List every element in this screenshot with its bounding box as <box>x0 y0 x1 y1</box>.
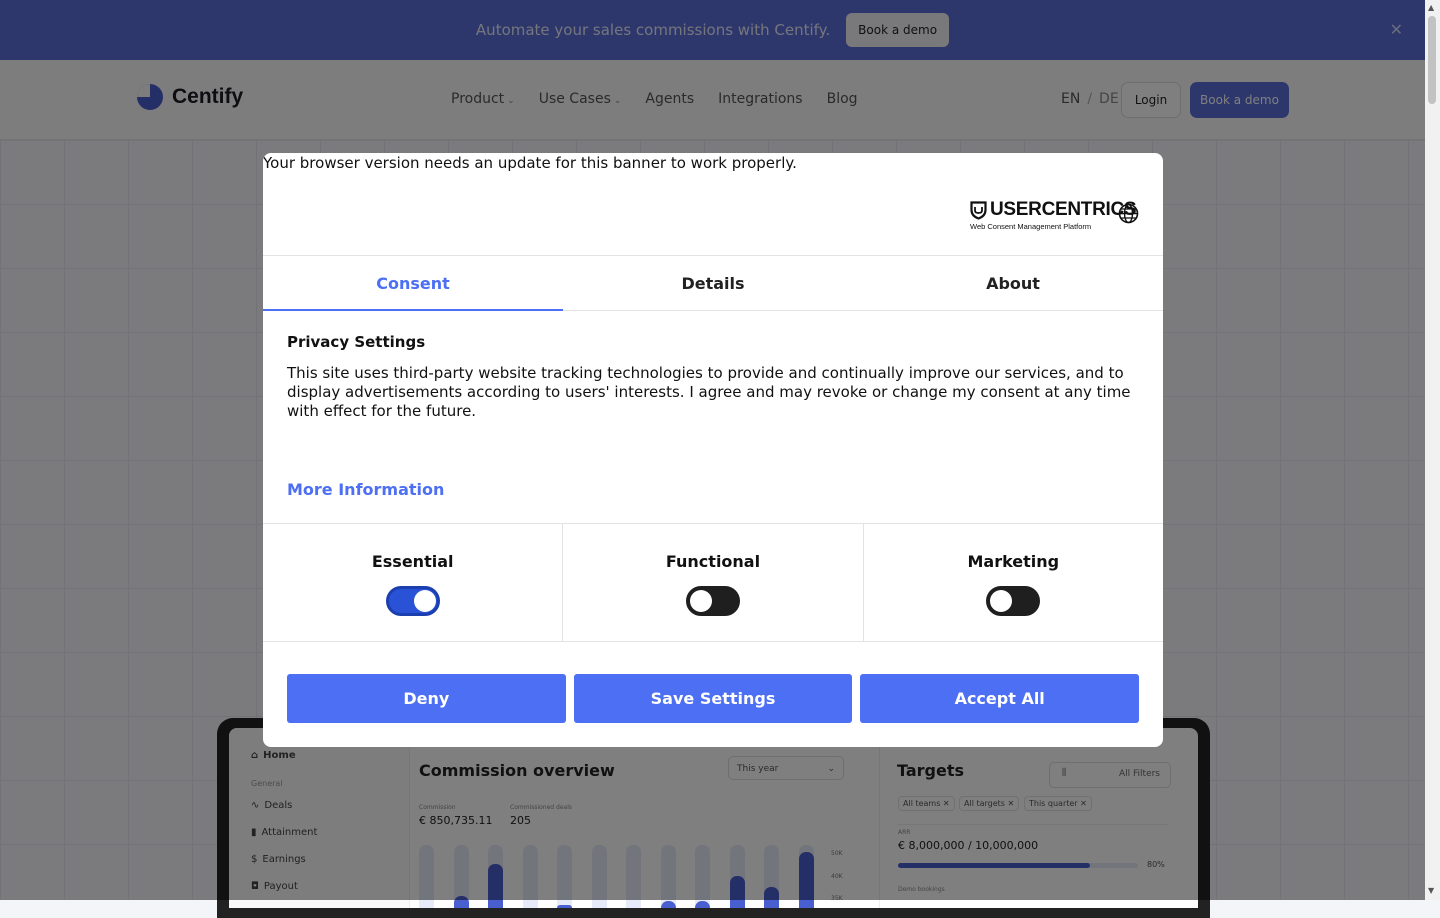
browser-warning: Your browser version needs an update for… <box>263 154 797 172</box>
privacy-settings-title: Privacy Settings <box>287 333 426 351</box>
toggle-knob <box>990 590 1013 612</box>
shield-icon <box>970 200 987 220</box>
scroll-down-arrow-icon[interactable]: ▼ <box>1428 886 1434 895</box>
toggle-knob <box>689 590 712 612</box>
consent-categories: Essential Functional Marketing <box>263 523 1163 642</box>
category-essential: Essential <box>263 524 564 641</box>
deny-button[interactable]: Deny <box>287 674 566 723</box>
tab-details[interactable]: Details <box>563 256 863 310</box>
category-marketing: Marketing <box>864 524 1163 641</box>
category-label: Essential <box>371 552 454 571</box>
globe-icon[interactable] <box>1118 203 1139 228</box>
category-label: Functional <box>665 552 761 571</box>
consent-modal: Your browser version needs an update for… <box>263 153 1163 747</box>
scroll-up-arrow-icon[interactable]: ▲ <box>1428 3 1434 12</box>
functional-toggle[interactable] <box>685 586 740 616</box>
consent-actions: Deny Save Settings Accept All <box>287 674 1140 723</box>
category-functional: Functional <box>563 524 864 641</box>
scrollbar-thumb[interactable] <box>1428 16 1436 104</box>
category-label: Marketing <box>967 552 1060 571</box>
usercentrics-wordmark: USERCENTRICS <box>990 199 1137 220</box>
more-information-link[interactable]: More Information <box>287 480 444 499</box>
tab-about[interactable]: About <box>863 256 1163 310</box>
bar-fill <box>557 905 572 908</box>
privacy-settings-text: This site uses third-party website track… <box>287 364 1131 420</box>
bar-fill <box>695 901 710 908</box>
tab-consent[interactable]: Consent <box>263 256 563 311</box>
consent-tabs: Consent Details About <box>263 255 1163 311</box>
usercentrics-tagline: Web Consent Management Platform <box>970 222 1092 231</box>
page-scrollbar[interactable] <box>1425 0 1440 900</box>
save-settings-button[interactable]: Save Settings <box>573 674 853 723</box>
toggle-knob <box>413 590 436 612</box>
usercentrics-logo: USERCENTRICS Web Consent Management Plat… <box>970 199 1137 231</box>
marketing-toggle[interactable] <box>986 586 1041 616</box>
essential-toggle[interactable] <box>385 586 440 616</box>
bar-fill <box>660 901 676 908</box>
accept-all-button[interactable]: Accept All <box>860 674 1140 723</box>
